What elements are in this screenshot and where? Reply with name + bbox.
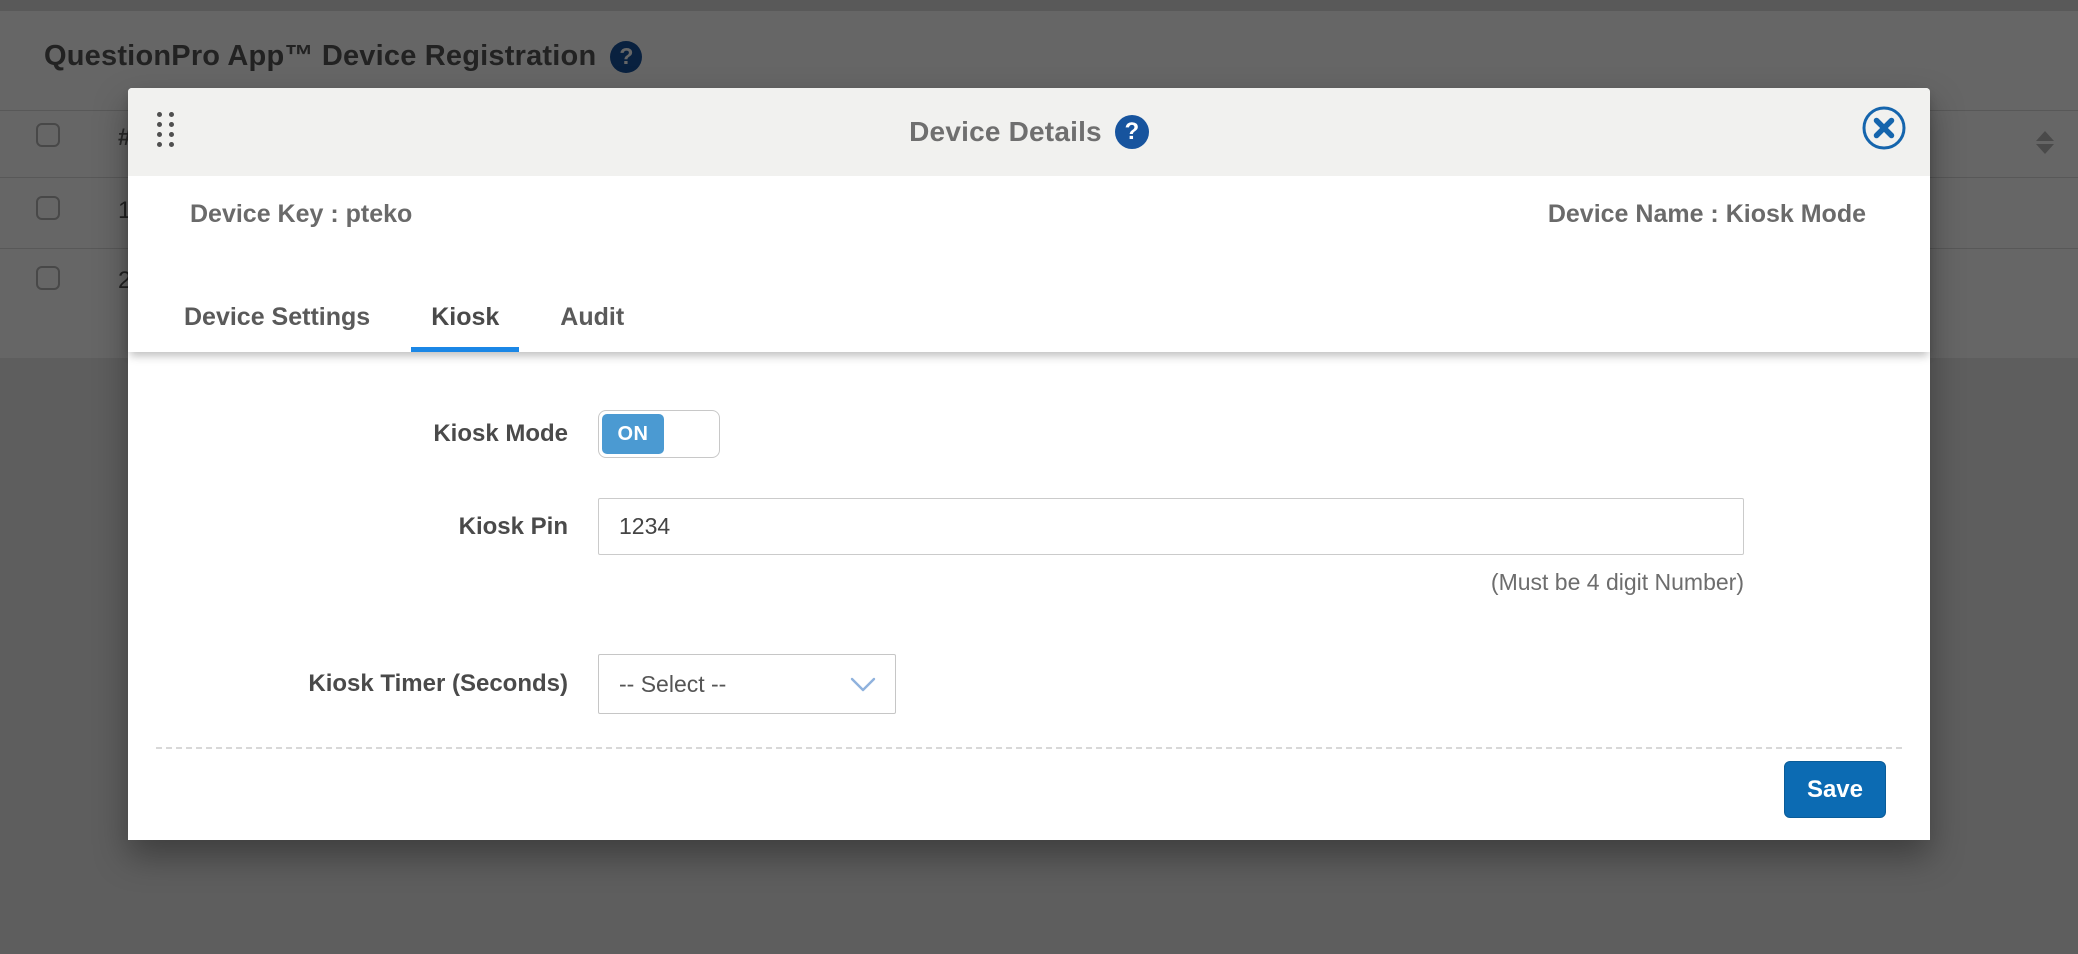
toggle-on-segment: ON bbox=[602, 414, 664, 454]
kiosk-mode-label: Kiosk Mode bbox=[128, 410, 568, 458]
kiosk-timer-select[interactable]: -- Select -- bbox=[598, 654, 896, 714]
close-button[interactable] bbox=[1861, 105, 1907, 151]
device-name-text: Device Name : Kiosk Mode bbox=[1548, 200, 1866, 229]
chevron-down-icon bbox=[849, 676, 877, 693]
device-key-row: Device Key : pteko Device Name : Kiosk M… bbox=[128, 176, 1930, 253]
save-button[interactable]: Save bbox=[1784, 761, 1886, 818]
kiosk-tab-panel: Kiosk Mode ON Kiosk Pin (Must be 4 digit… bbox=[128, 352, 1930, 840]
modal-help-icon[interactable]: ? bbox=[1115, 115, 1149, 149]
tabs: Device Settings Kiosk Audit bbox=[128, 253, 1930, 352]
kiosk-mode-toggle[interactable]: ON bbox=[598, 410, 720, 458]
device-details-modal: Device Details ? Device Key : pteko Devi… bbox=[128, 88, 1930, 840]
close-icon bbox=[1861, 105, 1907, 151]
kiosk-pin-input[interactable] bbox=[598, 498, 1744, 555]
kiosk-timer-selected-value: -- Select -- bbox=[619, 671, 726, 698]
tab-audit[interactable]: Audit bbox=[540, 303, 644, 352]
tab-kiosk[interactable]: Kiosk bbox=[411, 303, 519, 352]
footer-divider bbox=[156, 747, 1902, 749]
kiosk-pin-hint: (Must be 4 digit Number) bbox=[128, 569, 1744, 596]
screen: QuestionPro App™ Device Registration ? #… bbox=[0, 0, 2078, 954]
device-key-text: Device Key : pteko bbox=[190, 200, 412, 229]
kiosk-timer-label: Kiosk Timer (Seconds) bbox=[128, 654, 568, 714]
drag-handle-icon[interactable] bbox=[157, 112, 174, 147]
kiosk-pin-label: Kiosk Pin bbox=[128, 498, 568, 555]
modal-titlebar: Device Details ? bbox=[128, 88, 1930, 176]
modal-header: Device Details ? Device Key : pteko Devi… bbox=[128, 88, 1930, 352]
modal-title: Device Details bbox=[909, 116, 1102, 148]
tab-device-settings[interactable]: Device Settings bbox=[164, 303, 390, 352]
